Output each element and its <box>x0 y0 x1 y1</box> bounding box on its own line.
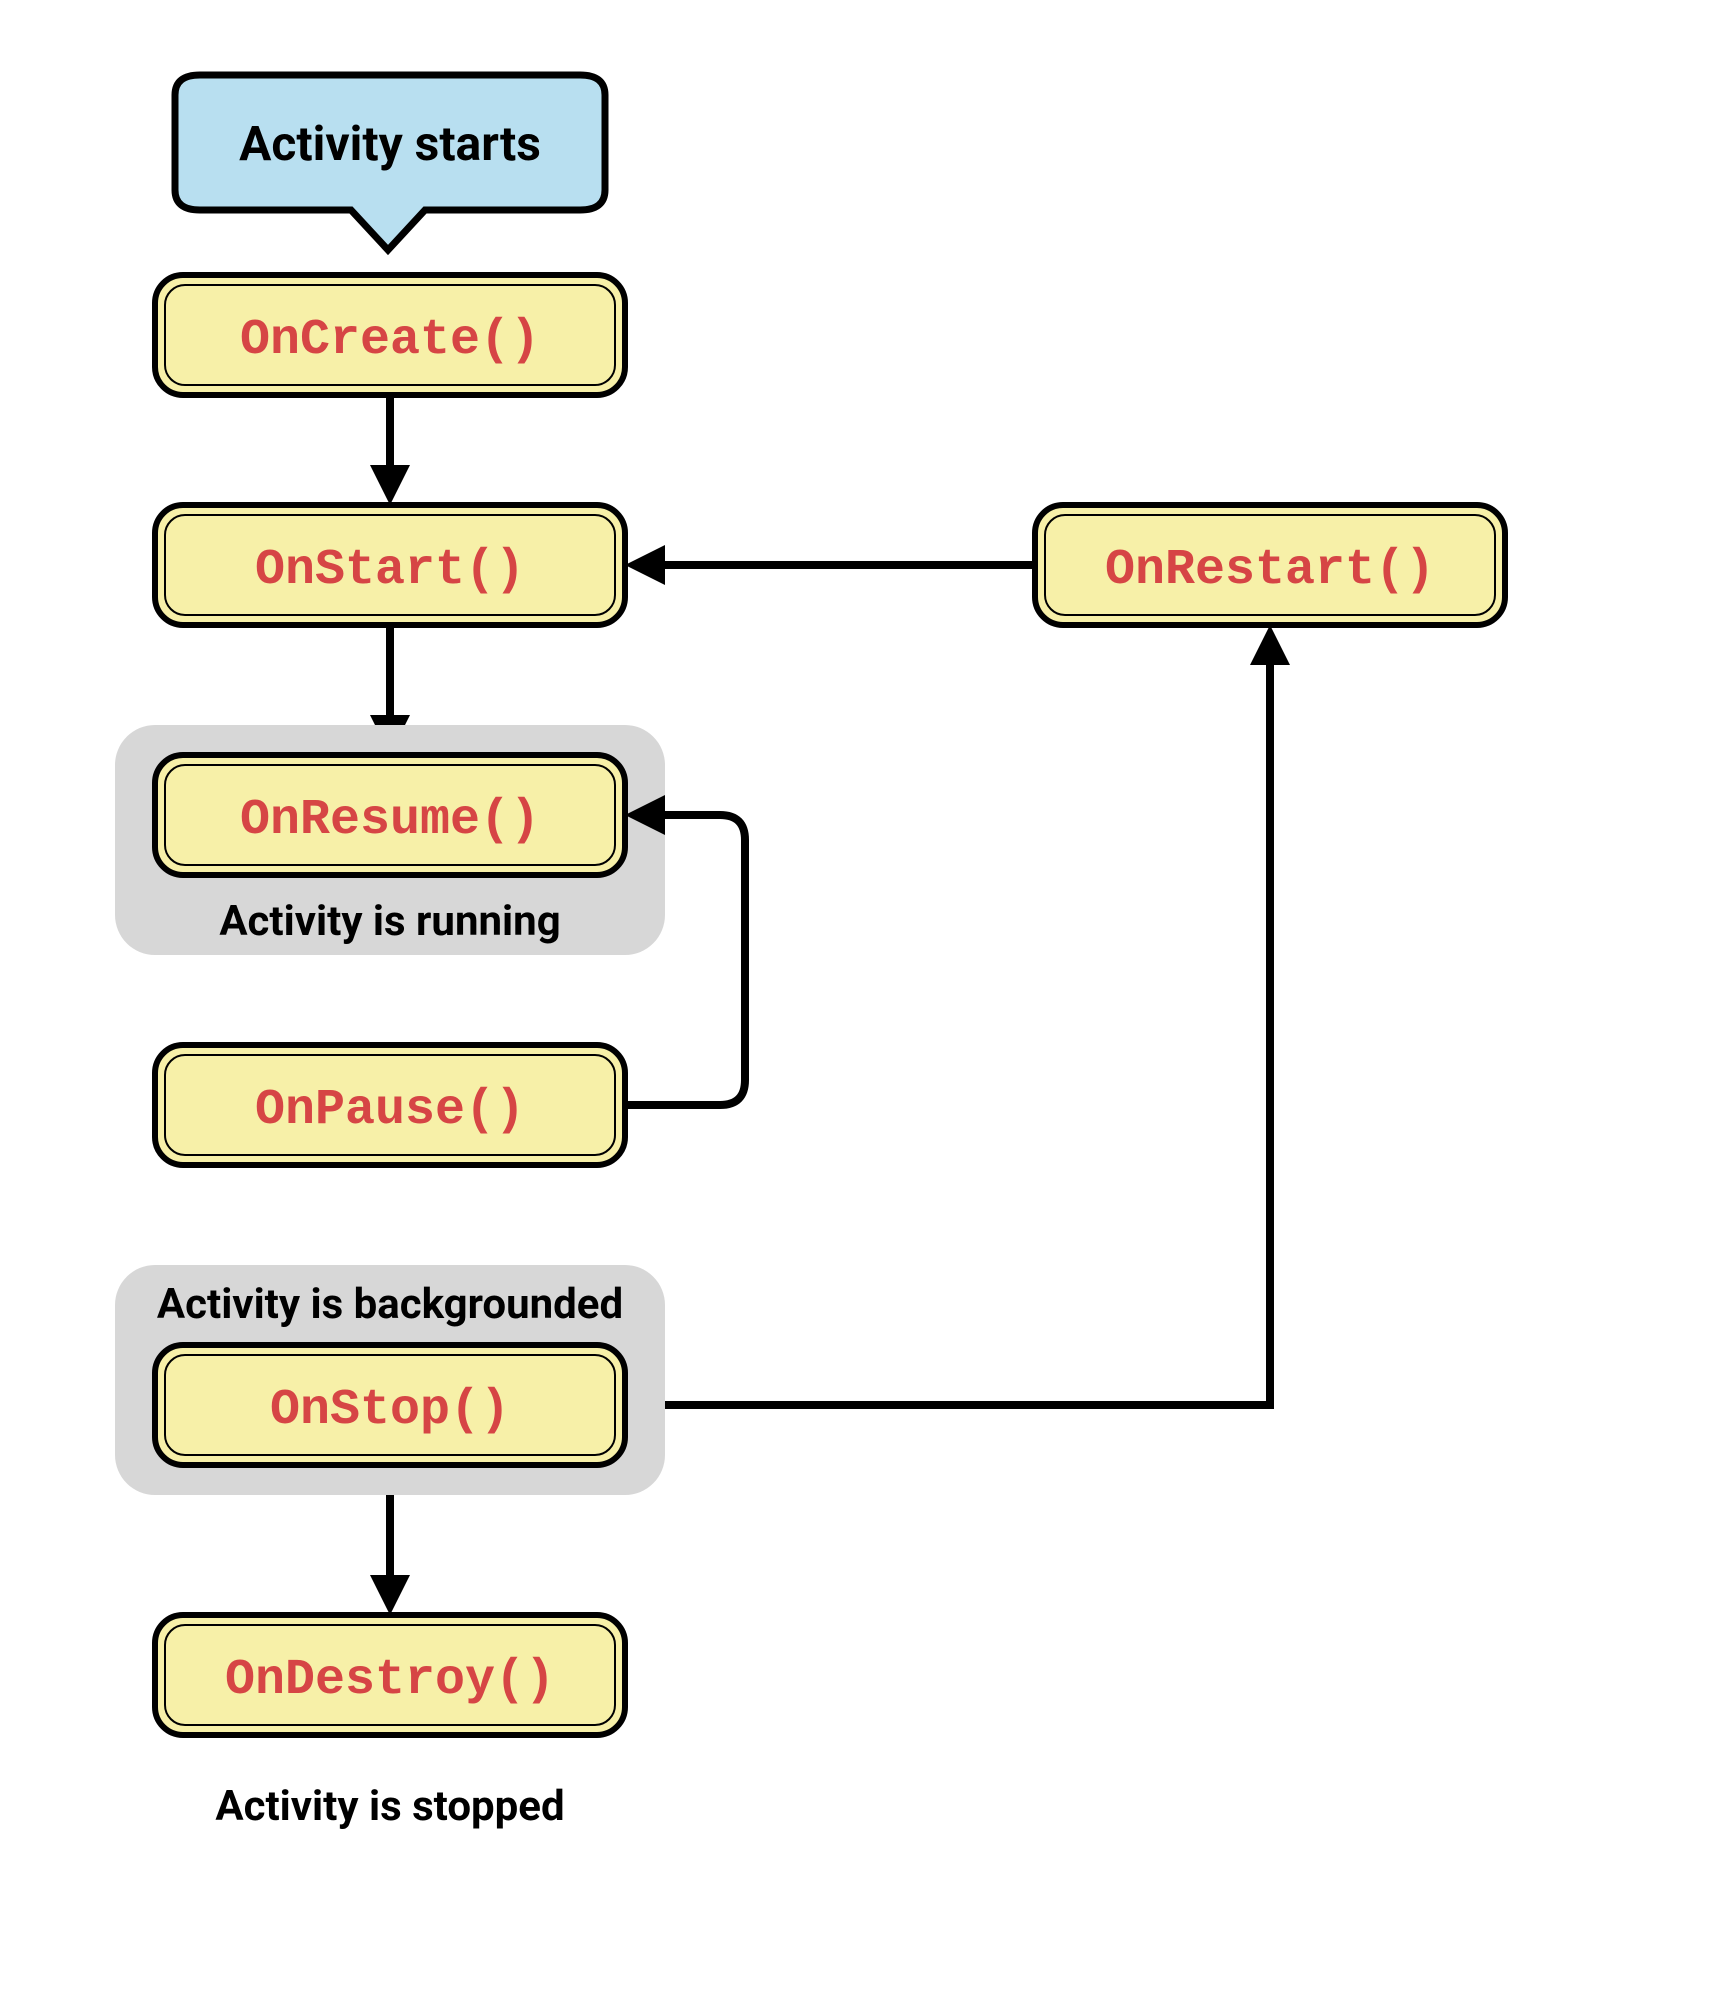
running-group: OnResume() Activity is running <box>115 725 665 955</box>
onresume-label: OnResume() <box>240 792 540 849</box>
backgrounded-label: Activity is backgrounded <box>157 1280 623 1329</box>
ondestroy-label: OnDestroy() <box>225 1652 555 1709</box>
oncreate-node: OnCreate() <box>155 275 625 395</box>
onstart-node: OnStart() <box>155 505 625 625</box>
onstart-label: OnStart() <box>255 542 525 599</box>
onresume-node: OnResume() <box>155 755 625 875</box>
onrestart-label: OnRestart() <box>1105 542 1435 599</box>
arrow-onrestart-onstart <box>625 545 1035 585</box>
onpause-node: OnPause() <box>155 1045 625 1165</box>
onrestart-node: OnRestart() <box>1035 505 1505 625</box>
oncreate-label: OnCreate() <box>240 312 540 369</box>
running-label: Activity is running <box>219 897 560 946</box>
start-node: Activity starts <box>175 75 605 250</box>
backgrounded-group: Activity is backgrounded OnStop() <box>115 1265 665 1495</box>
onstop-label: OnStop() <box>270 1382 510 1439</box>
arrow-onstop-onrestart <box>665 625 1290 1405</box>
ondestroy-node: OnDestroy() <box>155 1615 625 1735</box>
start-label: Activity starts <box>239 115 541 172</box>
arrow-oncreate-onstart <box>370 395 410 505</box>
arrow-onstop-ondestroy <box>370 1495 410 1615</box>
onstop-node: OnStop() <box>155 1345 625 1465</box>
stopped-label: Activity is stopped <box>215 1782 564 1831</box>
onpause-label: OnPause() <box>255 1082 525 1139</box>
